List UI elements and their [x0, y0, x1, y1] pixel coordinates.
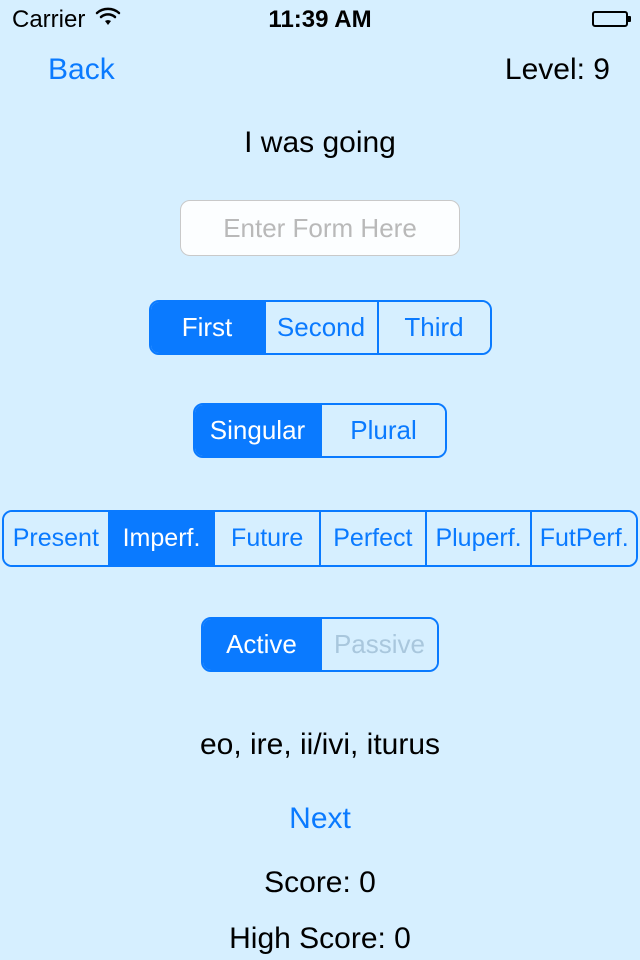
status-bar: Carrier 11:39 AM: [0, 0, 640, 40]
wifi-icon: [95, 6, 121, 34]
carrier-label: Carrier: [12, 6, 85, 34]
battery-icon: [592, 6, 628, 34]
status-left: Carrier: [12, 6, 121, 34]
segmented-tense: Present Imperf. Future Perfect Pluperf. …: [2, 510, 638, 567]
high-score-label: High Score: 0: [229, 922, 411, 956]
segmented-voice: Active Passive: [201, 617, 439, 672]
status-time: 11:39 AM: [268, 6, 371, 34]
voice-passive: Passive: [320, 619, 437, 670]
person-third[interactable]: Third: [377, 302, 490, 353]
prompt-text: I was going: [244, 126, 396, 160]
score-label: Score: 0: [264, 866, 376, 900]
voice-active[interactable]: Active: [203, 619, 320, 670]
next-button[interactable]: Next: [289, 802, 351, 836]
person-second[interactable]: Second: [264, 302, 377, 353]
tense-pluperfect[interactable]: Pluperf.: [425, 512, 531, 565]
tense-present[interactable]: Present: [4, 512, 108, 565]
verb-principal-parts: eo, ire, ii/ivi, iturus: [200, 728, 440, 762]
number-plural[interactable]: Plural: [320, 405, 445, 456]
person-first[interactable]: First: [151, 302, 264, 353]
level-label: Level: 9: [505, 53, 610, 87]
main-content: I was going First Second Third Singular …: [0, 100, 640, 956]
tense-future[interactable]: Future: [213, 512, 319, 565]
number-singular[interactable]: Singular: [195, 405, 320, 456]
nav-bar: Back Level: 9: [0, 40, 640, 100]
segmented-number: Singular Plural: [193, 403, 447, 458]
tense-imperfect[interactable]: Imperf.: [108, 512, 214, 565]
tense-perfect[interactable]: Perfect: [319, 512, 425, 565]
back-button[interactable]: Back: [48, 53, 115, 87]
segmented-person: First Second Third: [149, 300, 492, 355]
form-input[interactable]: [180, 200, 460, 256]
tense-futperf[interactable]: FutPerf.: [530, 512, 636, 565]
